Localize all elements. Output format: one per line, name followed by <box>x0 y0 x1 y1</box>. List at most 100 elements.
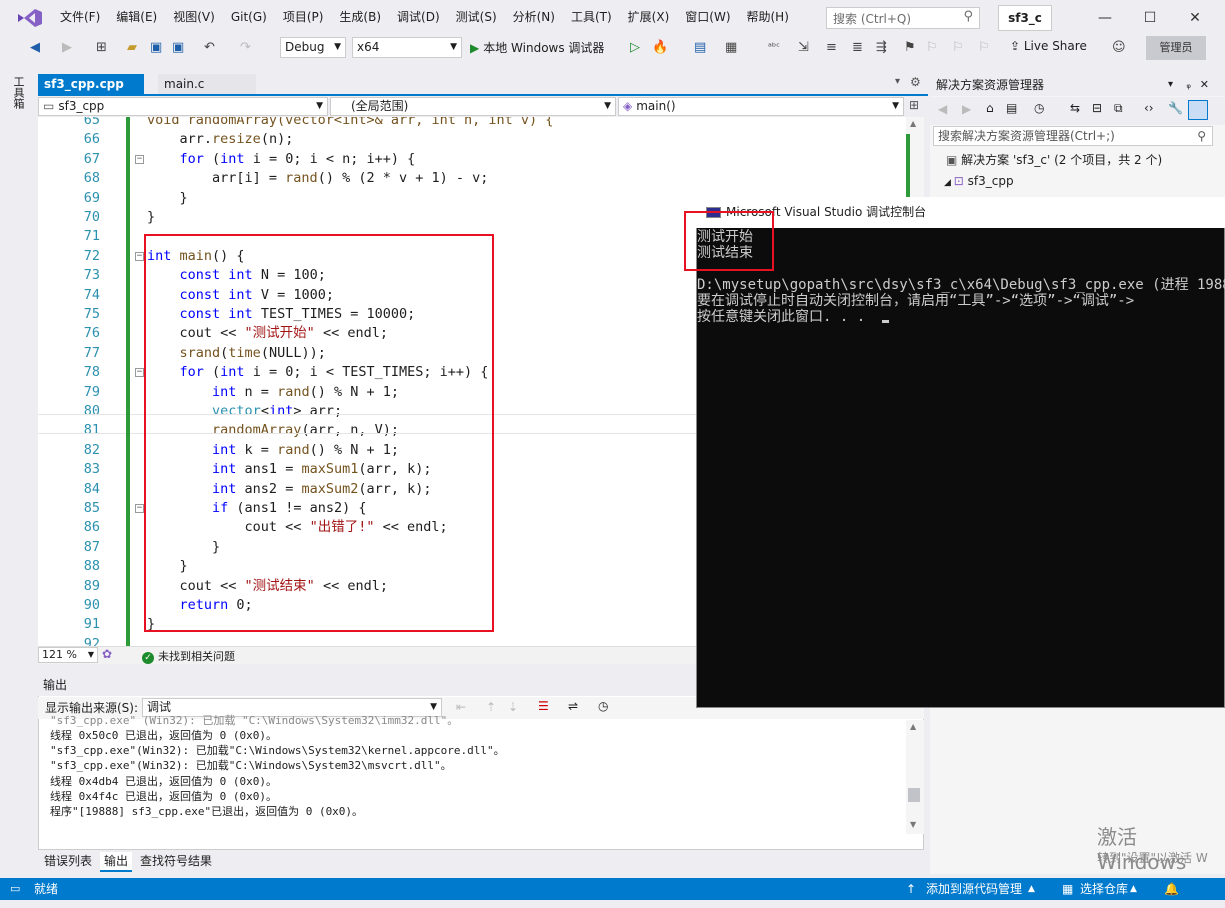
show-all-files-icon[interactable]: ⧉ <box>1114 101 1123 116</box>
pin-icon[interactable]: ᵩ <box>1186 74 1191 96</box>
switch-views-icon[interactable]: ▤ <box>1006 101 1017 115</box>
comment-icon[interactable]: ≣ <box>852 39 863 57</box>
tab-overflow-icon[interactable]: ▾ <box>895 76 900 87</box>
open-folder-icon[interactable]: ▰ <box>127 39 137 57</box>
fold-toggle-icon[interactable]: − <box>135 368 144 378</box>
spellcheck-icon[interactable]: ᵃᵇᶜ <box>768 39 780 57</box>
notifications-bell-icon[interactable]: 🔔 <box>1164 878 1179 900</box>
output-scrollbar[interactable]: ▲ ▼ <box>906 720 924 834</box>
properties-icon[interactable]: 🔧 <box>1168 101 1183 115</box>
select-repository-button[interactable]: 选择仓库 <box>1080 878 1128 900</box>
issues-indicator[interactable]: ✓ 未找到相关问题 <box>142 648 235 664</box>
code-line[interactable]: 67 − for (int i = 0; i < n; i++) { <box>38 150 924 169</box>
close-button[interactable]: ✕ <box>1180 5 1210 31</box>
scroll-up-icon[interactable]: ▲ <box>910 722 916 731</box>
preview-selected-icon[interactable] <box>1188 100 1208 120</box>
clear-all-icon[interactable]: ☰ <box>538 699 549 713</box>
configuration-select[interactable]: Debug ▼ <box>280 37 346 58</box>
collapse-all-icon[interactable]: ⊟ <box>1092 101 1102 115</box>
add-to-source-control-button[interactable]: 添加到源代码管理 <box>926 878 1022 900</box>
menu-test[interactable]: 测试(S) <box>448 0 505 35</box>
code-view-icon[interactable]: ‹› <box>1144 101 1154 115</box>
hot-reload-icon[interactable]: 🔥 <box>652 39 668 57</box>
layout-icon[interactable]: ▦ <box>725 39 737 57</box>
format-icon[interactable]: ≡ <box>826 39 837 57</box>
save-icon[interactable]: ▣ <box>150 39 162 57</box>
scroll-down-icon[interactable]: ▼ <box>910 820 916 829</box>
intellicode-icon[interactable]: ✿ <box>102 647 112 661</box>
platform-select[interactable]: x64 ▼ <box>352 37 462 58</box>
forward-icon[interactable]: ▶ <box>62 39 72 57</box>
menu-build[interactable]: 生成(B) <box>331 0 389 35</box>
menu-analyze[interactable]: 分析(N) <box>505 0 563 35</box>
pending-changes-icon[interactable]: ◷ <box>1034 101 1044 115</box>
browse-icon[interactable]: ▤ <box>694 39 706 57</box>
back-icon[interactable]: ◀ <box>938 102 947 116</box>
tab-find-symbol-results[interactable]: 查找符号结果 <box>136 852 216 870</box>
live-share-button[interactable]: ⇪ Live Share <box>1010 39 1087 53</box>
feedback-icon[interactable]: ☺ <box>1112 39 1126 57</box>
scope-nav-select[interactable]: (全局范围) ▼ <box>330 97 616 116</box>
prev-bookmark-icon[interactable]: ⚐ <box>926 39 938 57</box>
menu-tools[interactable]: 工具(T) <box>563 0 620 35</box>
start-debugging-button[interactable]: ▶ 本地 Windows 调试器 <box>470 39 604 56</box>
split-icon[interactable]: ⊞ <box>909 98 919 112</box>
toolbox-tab[interactable]: 工具箱 <box>12 76 26 109</box>
minimize-button[interactable]: — <box>1090 5 1120 31</box>
code-line[interactable]: 65 void randomArray(vector<int>& arr, int… <box>38 117 924 130</box>
menu-edit[interactable]: 编辑(E) <box>108 0 165 35</box>
close-icon[interactable]: ✕ <box>1200 74 1209 96</box>
member-nav-select[interactable]: ◈ main() ▼ <box>618 97 904 116</box>
tab-main-c[interactable]: main.c <box>158 74 256 94</box>
zoom-select[interactable]: 121 % ▼ <box>38 647 98 663</box>
project-nav-select[interactable]: ▭ sf3_cpp ▼ <box>38 97 328 116</box>
menu-help[interactable]: 帮助(H) <box>739 0 797 35</box>
save-all-icon[interactable]: ▣ <box>172 39 184 57</box>
redo-icon[interactable]: ↷ <box>240 39 251 57</box>
search-input[interactable]: 搜索 (Ctrl+Q) ⚲ <box>826 7 980 29</box>
next-bookmark-icon[interactable]: ⚐ <box>952 39 964 57</box>
timestamp-icon[interactable]: ◷ <box>598 699 608 713</box>
menu-debug[interactable]: 调试(D) <box>389 0 448 35</box>
code-line[interactable]: 68 arr[i] = rand() % (2 * v + 1) - v; <box>38 169 924 188</box>
tab-sf3-cpp[interactable]: sf3_cpp.cpp ᵩ ✕ <box>38 74 144 111</box>
menu-git[interactable]: Git(G) <box>223 0 275 35</box>
settings-gear-icon[interactable]: ⚙ <box>910 75 921 89</box>
scroll-thumb[interactable] <box>908 788 920 802</box>
tree-item-solution[interactable]: ▣ 解决方案 'sf3_c' (2 个项目，共 2 个) <box>946 150 1162 170</box>
new-project-icon[interactable]: ⊞ <box>96 39 107 57</box>
bookmark-icon[interactable]: ⚑ <box>904 39 916 57</box>
line-number: 71 <box>83 228 100 245</box>
menu-project[interactable]: 项目(P) <box>275 0 332 35</box>
code-line[interactable]: 66 arr.resize(n); <box>38 130 924 149</box>
maximize-button[interactable]: ☐ <box>1135 5 1165 31</box>
home-icon[interactable]: ⌂ <box>986 101 994 115</box>
back-icon[interactable]: ◀ <box>30 39 40 57</box>
menu-file[interactable]: 文件(F) <box>52 0 108 35</box>
clear-bookmark-icon[interactable]: ⚐ <box>978 39 990 57</box>
expand-icon[interactable]: ◢ <box>944 178 954 188</box>
sync-icon[interactable]: ⇆ <box>1070 101 1080 115</box>
fold-toggle-icon[interactable]: − <box>135 504 144 513</box>
step-icon[interactable]: ⇲ <box>798 39 809 57</box>
find-message-icon[interactable]: ⇤ <box>456 700 466 714</box>
menu-window[interactable]: 窗口(W) <box>677 0 738 35</box>
scroll-up-icon[interactable]: ▲ <box>910 119 916 128</box>
next-message-icon[interactable]: ⇣ <box>508 700 518 714</box>
start-without-debugging-icon[interactable]: ▷ <box>630 39 640 57</box>
uncomment-icon[interactable]: ⇶ <box>876 39 887 57</box>
fold-toggle-icon[interactable]: − <box>135 154 144 164</box>
tree-item-project[interactable]: ◢ ⊡ sf3_cpp <box>944 171 1014 193</box>
undo-icon[interactable]: ↶ <box>204 39 215 57</box>
fold-toggle-icon[interactable]: − <box>135 251 144 261</box>
forward-icon[interactable]: ▶ <box>962 102 971 116</box>
dropdown-icon[interactable]: ▾ <box>1168 74 1173 96</box>
prev-message-icon[interactable]: ⇡ <box>486 700 496 714</box>
solution-search-input[interactable]: 搜索解决方案资源管理器(Ctrl+;) ⚲ <box>933 126 1213 146</box>
menu-extensions[interactable]: 扩展(X) <box>620 0 678 35</box>
menu-view[interactable]: 视图(V) <box>165 0 223 35</box>
tab-output[interactable]: 输出 <box>100 852 133 872</box>
word-wrap-icon[interactable]: ⇌ <box>568 699 578 713</box>
debug-console-window[interactable] <box>696 197 1225 708</box>
tab-error-list[interactable]: 错误列表 <box>40 852 96 870</box>
